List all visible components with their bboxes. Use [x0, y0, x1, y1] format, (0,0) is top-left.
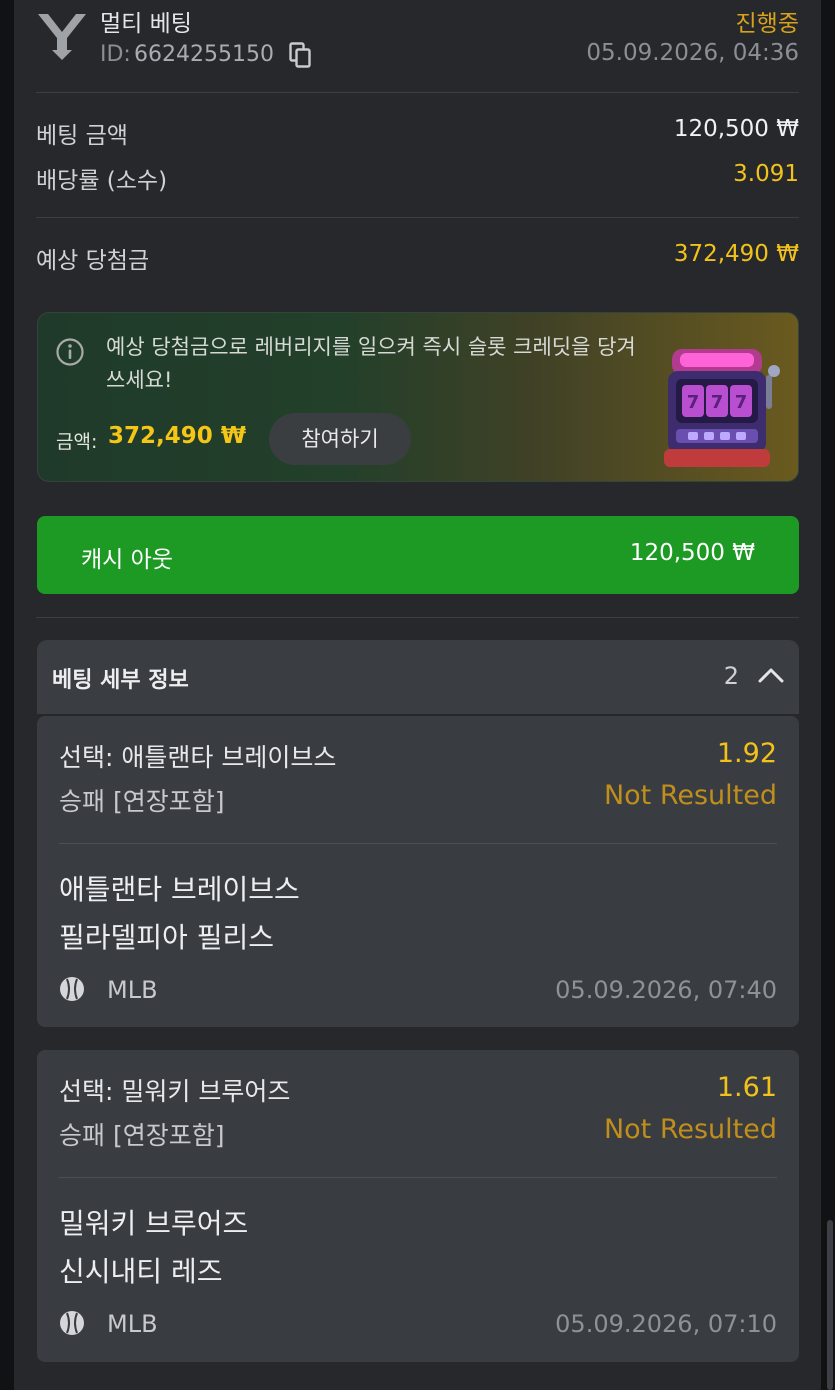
bet-details-toggle[interactable]: 베팅 세부 정보 2	[37, 640, 799, 714]
promo-text: 예상 당첨금으로 레버리지를 일으켜 즉시 슬롯 크레딧을 당겨 쓰세요!	[106, 335, 636, 392]
bet-datetime: 05.09.2026, 04:36	[586, 40, 799, 66]
selection-odds: 1.92	[716, 738, 777, 769]
odds-label: 배당률 (소수)	[36, 168, 168, 194]
bet-id: 6624255150	[134, 42, 274, 67]
bet-header: 멀티 베팅 ID: 6624255150 진행중 05.09.2026, 04:…	[36, 0, 799, 92]
svg-text:7: 7	[687, 392, 700, 413]
divider	[36, 617, 799, 618]
details-title: 베팅 세부 정보	[52, 668, 189, 693]
away-team: 필라델피아 필리스	[59, 921, 274, 954]
selection-result: Not Resulted	[603, 1114, 777, 1145]
match-time: 05.09.2026, 07:40	[555, 976, 777, 1004]
stake-value: 120,500 ₩	[673, 116, 799, 142]
chevron-up-icon[interactable]	[757, 664, 785, 686]
copy-icon[interactable]	[289, 42, 311, 68]
selection-name: 선택: 밀워키 브루어즈	[59, 1077, 291, 1106]
cash-out-button[interactable]: 캐시 아웃 120,500 ₩	[37, 516, 799, 594]
payout-label: 예상 당첨금	[36, 248, 150, 274]
scrollbar[interactable]	[827, 1220, 833, 1390]
league-name: MLB	[107, 1310, 158, 1338]
slot-credit-promo: 예상 당첨금으로 레버리지를 일으켜 즉시 슬롯 크레딧을 당겨 쓰세요! 금액…	[37, 312, 799, 482]
bet-id-label: ID:	[100, 42, 131, 67]
promo-amount: 372,490 ₩	[108, 423, 247, 449]
cash-out-label: 캐시 아웃	[81, 547, 173, 573]
bet-type: 멀티 베팅	[100, 11, 192, 37]
match-time: 05.09.2026, 07:10	[555, 1310, 777, 1338]
payout-value: 372,490 ₩	[673, 241, 799, 267]
away-team: 신시내티 레즈	[59, 1255, 223, 1288]
selection-card: 선택: 밀워키 브루어즈 1.61 승패 [연장포함] Not Resulted…	[37, 1050, 799, 1362]
selection-market: 승패 [연장포함]	[59, 787, 225, 816]
divider	[36, 92, 799, 93]
divider	[59, 1177, 777, 1178]
status-badge: 진행중	[735, 11, 799, 37]
odds-value: 3.091	[733, 161, 799, 187]
league-name: MLB	[107, 976, 158, 1004]
stake-row: 베팅 금액 120,500 ₩	[36, 116, 799, 150]
selection-odds: 1.61	[716, 1072, 777, 1103]
stake-label: 베팅 금액	[36, 123, 128, 149]
slot-machine-icon: 7 7 7	[664, 349, 780, 467]
svg-text:7: 7	[711, 392, 724, 413]
baseball-icon	[60, 1311, 84, 1335]
divider	[36, 217, 799, 218]
selection-count: 2	[723, 662, 739, 690]
selection-market: 승패 [연장포함]	[59, 1121, 225, 1150]
info-icon	[56, 338, 84, 366]
cash-out-amount: 120,500 ₩	[629, 540, 755, 566]
baseball-icon	[60, 977, 84, 1001]
home-team: 밀워키 브루어즈	[59, 1207, 249, 1240]
selection-card: 선택: 애틀랜타 브레이브스 1.92 승패 [연장포함] Not Result…	[37, 716, 799, 1027]
payout-row: 예상 당첨금 372,490 ₩	[36, 241, 799, 275]
selection-name: 선택: 애틀랜타 브레이브스	[59, 743, 337, 772]
brand-y-icon	[38, 14, 86, 60]
odds-row: 배당률 (소수) 3.091	[36, 161, 799, 195]
svg-text:7: 7	[735, 392, 748, 413]
divider	[59, 843, 777, 844]
promo-amount-label: 금액:	[56, 431, 98, 453]
join-button[interactable]: 참여하기	[269, 413, 411, 465]
selection-result: Not Resulted	[603, 780, 777, 811]
home-team: 애틀랜타 브레이브스	[59, 873, 300, 906]
